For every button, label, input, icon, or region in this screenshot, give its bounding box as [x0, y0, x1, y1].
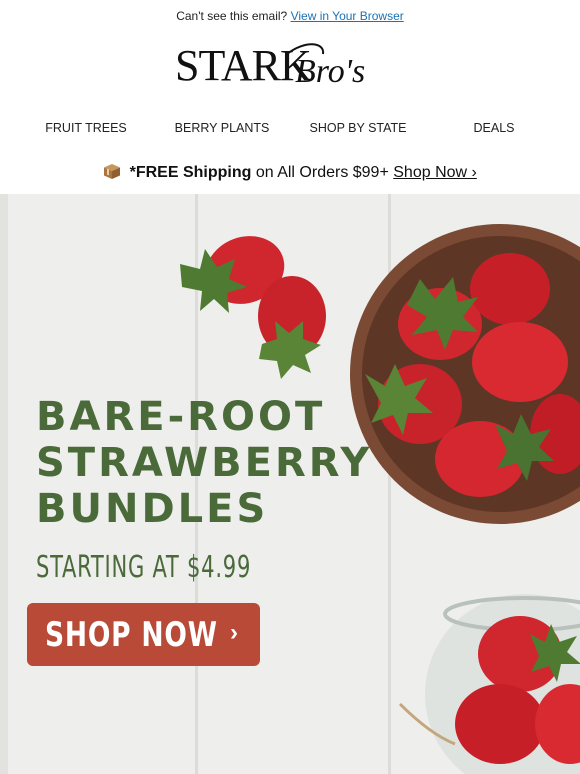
hero-banner[interactable]: BARE-ROOT STRAWBERRY BUNDLES STARTING AT…: [0, 194, 580, 774]
stark-bros-logo[interactable]: STARK Bro's: [0, 38, 580, 90]
nav-item-berry-plants[interactable]: BERRY PLANTS: [175, 121, 270, 135]
shop-now-button-label: SHOP NOW: [45, 615, 218, 655]
headline-line-2: STRAWBERRY: [36, 440, 373, 486]
headline-line-1: BARE-ROOT: [36, 394, 326, 440]
free-shipping-text: on All Orders $99+: [255, 164, 389, 181]
view-in-browser-link[interactable]: View in Your Browser: [291, 9, 404, 23]
package-icon: [103, 163, 121, 180]
headline-line-3: BUNDLES: [36, 486, 269, 532]
logo-text-script: Bro's: [295, 53, 365, 90]
shop-now-link[interactable]: Shop Now ›: [393, 164, 477, 181]
nav-item-shop-by-state[interactable]: SHOP BY STATE: [309, 121, 406, 135]
logo-text-main: STARK: [175, 41, 312, 90]
main-nav: FRUIT TREES BERRY PLANTS SHOP BY STATE D…: [0, 121, 580, 137]
nav-item-fruit-trees[interactable]: FRUIT TREES: [45, 121, 127, 135]
nav-item-deals[interactable]: DEALS: [474, 121, 515, 135]
preheader: Can't see this email? View in Your Brows…: [0, 9, 580, 23]
free-shipping-bold: *FREE Shipping: [129, 164, 252, 181]
preheader-text: Can't see this email?: [176, 9, 288, 23]
hero-subheadline: STARTING AT $4.99: [36, 550, 252, 585]
chevron-right-icon: ›: [230, 619, 238, 646]
shop-now-button[interactable]: SHOP NOW ›: [27, 603, 260, 666]
free-shipping-banner: *FREE Shipping on All Orders $99+ Shop N…: [0, 163, 580, 182]
hero-headline: BARE-ROOT STRAWBERRY BUNDLES: [36, 394, 372, 532]
